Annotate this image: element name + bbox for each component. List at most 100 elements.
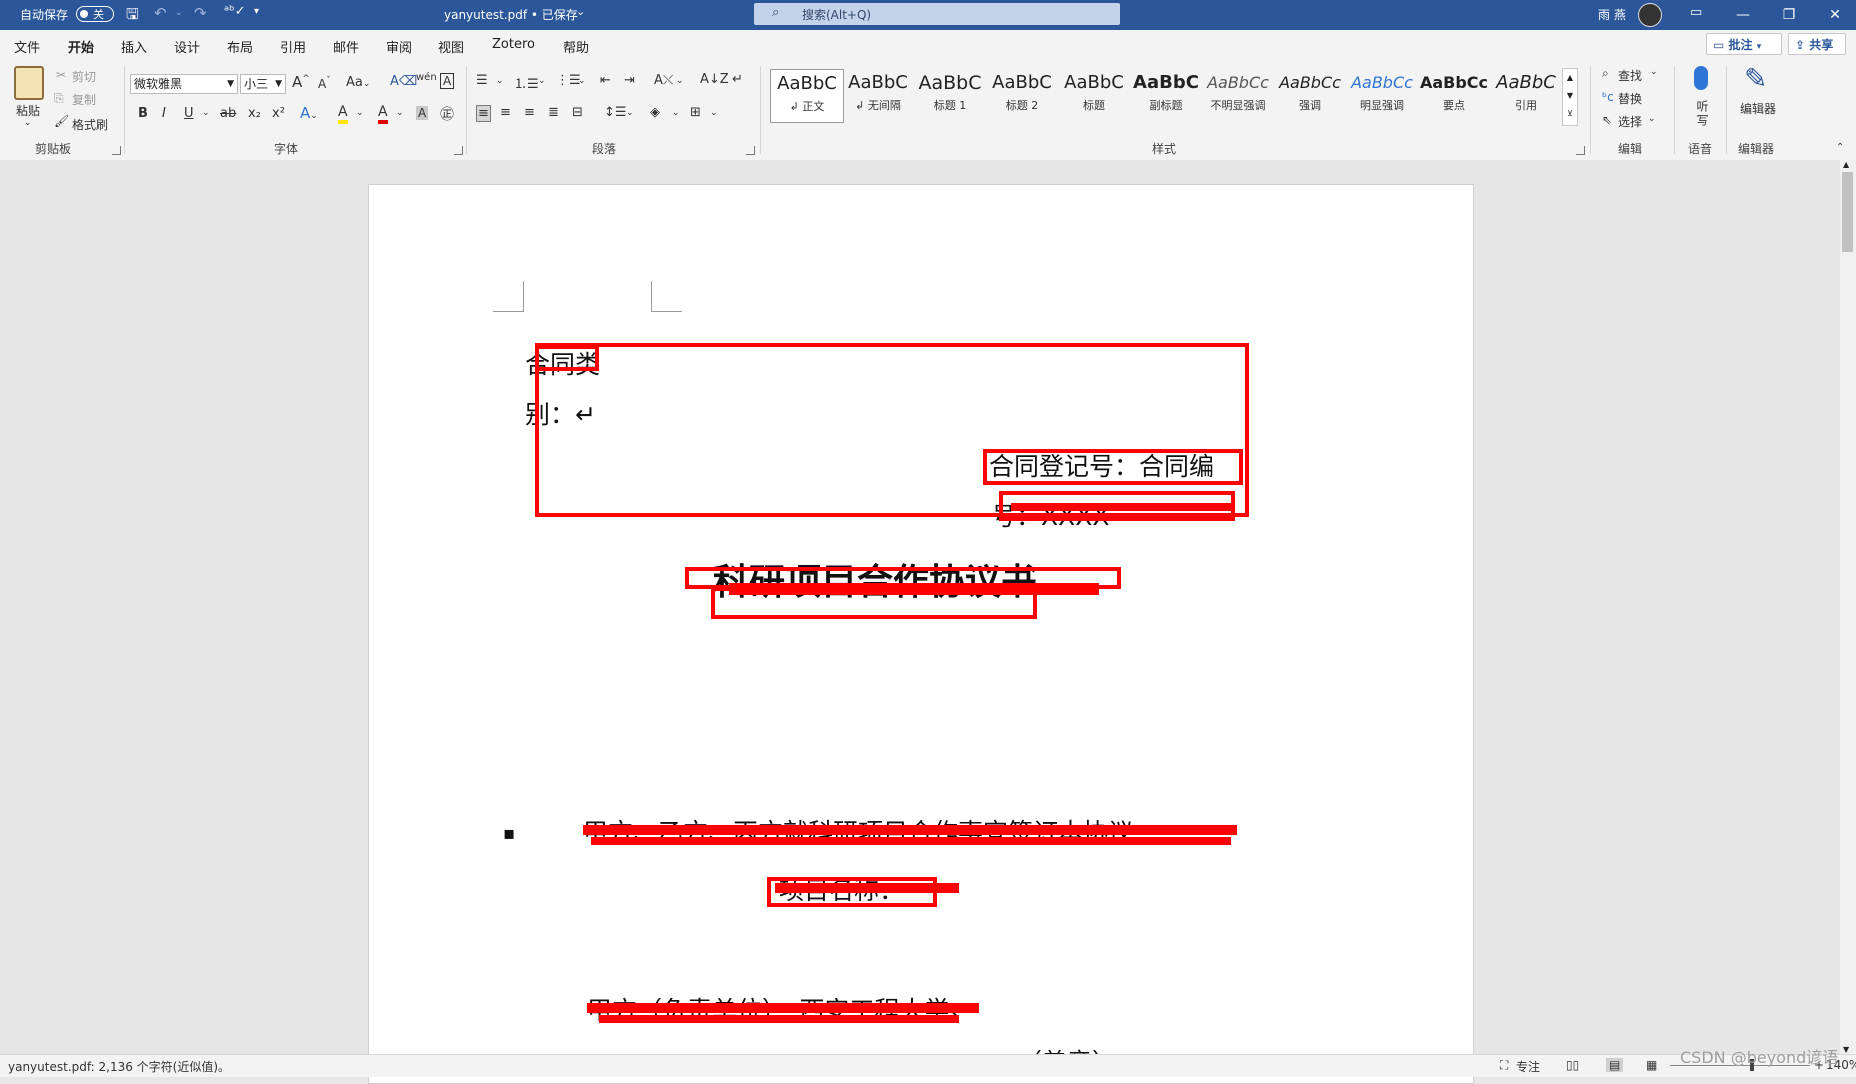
chevron-down-icon[interactable]: ⌄ bbox=[578, 76, 586, 86]
paragraph-launcher-icon[interactable] bbox=[746, 146, 755, 155]
style-heading-2[interactable]: AaBbC 标题 2 bbox=[986, 69, 1058, 121]
chevron-down-icon[interactable]: ⌄ bbox=[396, 108, 404, 118]
select-button[interactable]: 选择 bbox=[1618, 113, 1642, 130]
tab-file[interactable]: 文件 bbox=[14, 37, 40, 56]
shrink-font-button[interactable]: Aˇ bbox=[318, 76, 331, 91]
replace-icon[interactable]: ᵇc bbox=[1602, 90, 1614, 104]
comments-button[interactable]: ▭ 批注 ▾ bbox=[1706, 33, 1782, 55]
save-icon[interactable]: 🖫 bbox=[126, 4, 139, 29]
tab-mailings[interactable]: 邮件 bbox=[333, 37, 359, 56]
tab-layout[interactable]: 布局 bbox=[227, 37, 253, 56]
read-mode-icon[interactable]: ▯▯ bbox=[1566, 1058, 1579, 1072]
chevron-down-icon[interactable]: ⌄ bbox=[24, 118, 32, 128]
justify-icon[interactable]: ≣ bbox=[548, 105, 559, 120]
tab-view[interactable]: 视图 bbox=[438, 37, 464, 56]
align-right-icon[interactable]: ≡ bbox=[524, 105, 535, 120]
editor-icon[interactable]: ✎ bbox=[1744, 62, 1767, 95]
grow-font-button[interactable]: A^ bbox=[292, 73, 310, 91]
format-painter-icon[interactable]: 🖌 bbox=[54, 114, 69, 128]
enclose-char-icon[interactable]: ㊣ bbox=[440, 104, 454, 124]
dictate-button[interactable]: 听写 bbox=[1694, 100, 1711, 128]
shading-icon[interactable]: ◈ bbox=[650, 105, 660, 120]
style-subtle-emphasis[interactable]: AaBbCc 不明显强调 bbox=[1202, 69, 1274, 121]
style-strong[interactable]: AaBbCc 要点 bbox=[1418, 69, 1490, 121]
subscript-button[interactable]: x₂ bbox=[248, 106, 261, 121]
font-size-select[interactable]: 小三 ▼ bbox=[240, 74, 286, 94]
share-button[interactable]: ⇪ 共享 bbox=[1788, 33, 1846, 55]
char-shading-button[interactable]: A bbox=[416, 106, 429, 120]
clear-format-button[interactable]: A⌫ bbox=[390, 74, 417, 89]
chevron-down-icon[interactable]: ⌄ bbox=[202, 108, 210, 118]
style-subtitle[interactable]: AaBbC 副标题 bbox=[1130, 69, 1202, 121]
chevron-down-icon[interactable]: ⌄ bbox=[356, 108, 364, 118]
autosave-toggle[interactable]: 关 bbox=[76, 6, 114, 22]
select-icon[interactable]: ⇖ bbox=[1602, 113, 1612, 127]
clipboard-launcher-icon[interactable] bbox=[112, 146, 121, 155]
chevron-down-icon[interactable]: ⌄ bbox=[672, 108, 680, 118]
sort-icon[interactable]: A↓Z bbox=[700, 72, 729, 87]
show-marks-icon[interactable]: ↵ bbox=[732, 72, 743, 87]
chevron-down-icon[interactable]: ⌄ bbox=[576, 5, 585, 18]
more-styles-icon[interactable]: ⊻ bbox=[1563, 105, 1577, 123]
avatar[interactable] bbox=[1638, 3, 1662, 27]
paste-button[interactable]: 粘贴 bbox=[16, 102, 40, 119]
chevron-down-icon[interactable]: ⌄ bbox=[496, 76, 504, 86]
find-button[interactable]: 查找 bbox=[1618, 67, 1642, 84]
find-icon[interactable]: ⌕ bbox=[1602, 66, 1609, 81]
style-no-spacing[interactable]: AaBbC ↲ 无间隔 bbox=[842, 69, 914, 121]
word-count[interactable]: yanyutest.pdf: 2,136 个字符(近似值)。 bbox=[8, 1058, 230, 1075]
web-layout-icon[interactable]: ▦ bbox=[1646, 1058, 1657, 1072]
minimize-icon[interactable]: — bbox=[1720, 0, 1766, 30]
tab-zotero[interactable]: Zotero bbox=[492, 37, 535, 52]
bold-button[interactable]: B bbox=[138, 106, 148, 121]
focus-button[interactable]: 专注 bbox=[1516, 1058, 1540, 1075]
chevron-down-icon[interactable]: ⌄ bbox=[676, 76, 684, 86]
chevron-down-icon[interactable]: ⌄ bbox=[538, 76, 546, 86]
font-launcher-icon[interactable] bbox=[454, 146, 463, 155]
chevron-down-icon[interactable]: ▼ bbox=[1563, 87, 1577, 105]
chevron-down-icon[interactable]: ⌄ bbox=[710, 108, 718, 118]
cut-icon[interactable]: ✂ bbox=[56, 68, 66, 82]
tab-review[interactable]: 审阅 bbox=[386, 37, 412, 56]
undo-icon[interactable]: ↶ bbox=[154, 4, 167, 22]
tab-references[interactable]: 引用 bbox=[280, 37, 306, 56]
underline-button[interactable]: U bbox=[184, 106, 194, 121]
format-painter-button[interactable]: 格式刷 bbox=[72, 116, 108, 133]
chevron-down-icon[interactable]: ⌄ bbox=[1650, 67, 1658, 77]
style-quote[interactable]: AaBbC 引用 bbox=[1490, 69, 1562, 121]
replace-button[interactable]: 替换 bbox=[1618, 90, 1642, 107]
line-spacing-icon[interactable]: ↕☰ bbox=[604, 105, 627, 120]
focus-icon[interactable]: ⛶ bbox=[1500, 1058, 1508, 1073]
asian-layout-icon[interactable]: A⤬ bbox=[654, 73, 673, 88]
tab-insert[interactable]: 插入 bbox=[121, 37, 147, 56]
style-emphasis[interactable]: AaBbCc 强调 bbox=[1274, 69, 1346, 121]
decrease-indent-icon[interactable]: ⇤ bbox=[600, 73, 611, 88]
increase-indent-icon[interactable]: ⇥ bbox=[624, 73, 635, 88]
scroll-thumb[interactable] bbox=[1842, 172, 1853, 252]
document-page[interactable]: 合同类 别：↵ 合同登记号：合同编 号：XXXX- 科研项目合作协议书 ▪ 甲方… bbox=[368, 184, 1474, 1084]
align-left-icon[interactable]: ≡ bbox=[476, 105, 491, 122]
bullets-icon[interactable]: ☰ bbox=[476, 73, 488, 88]
strikethrough-button[interactable]: ab bbox=[220, 106, 236, 121]
close-icon[interactable]: ✕ bbox=[1812, 0, 1856, 30]
tab-home[interactable]: 开始 bbox=[68, 37, 95, 63]
style-title[interactable]: AaBbC 标题 bbox=[1058, 69, 1130, 121]
borders-icon[interactable]: ⊞ bbox=[690, 105, 701, 120]
collapse-ribbon-icon[interactable]: ⌃ bbox=[1836, 142, 1844, 153]
document-title[interactable]: yanyutest.pdf • 已保存 bbox=[444, 6, 578, 23]
numbering-icon[interactable]: ⒈☰ bbox=[514, 73, 539, 92]
user-name[interactable]: 雨 燕 bbox=[1598, 6, 1626, 23]
editor-button[interactable]: 编辑器 bbox=[1738, 102, 1778, 116]
undo-dropdown-icon[interactable]: ⌄ bbox=[175, 8, 183, 18]
redo-icon[interactable]: ↷ bbox=[194, 4, 207, 22]
superscript-button[interactable]: x² bbox=[272, 106, 285, 121]
tab-help[interactable]: 帮助 bbox=[563, 37, 589, 56]
italic-button[interactable]: I bbox=[162, 106, 166, 121]
style-normal[interactable]: AaBbC ↲ 正文 bbox=[770, 69, 844, 123]
customize-qat-icon[interactable]: ▾ bbox=[254, 6, 259, 17]
font-color-button[interactable]: A bbox=[378, 104, 388, 124]
microphone-icon[interactable] bbox=[1694, 66, 1708, 90]
tab-design[interactable]: 设计 bbox=[174, 37, 200, 56]
search-box[interactable]: ⌕ 搜索(Alt+Q) bbox=[754, 3, 1120, 25]
vertical-scrollbar[interactable]: ▲ ▼ bbox=[1840, 160, 1856, 1054]
